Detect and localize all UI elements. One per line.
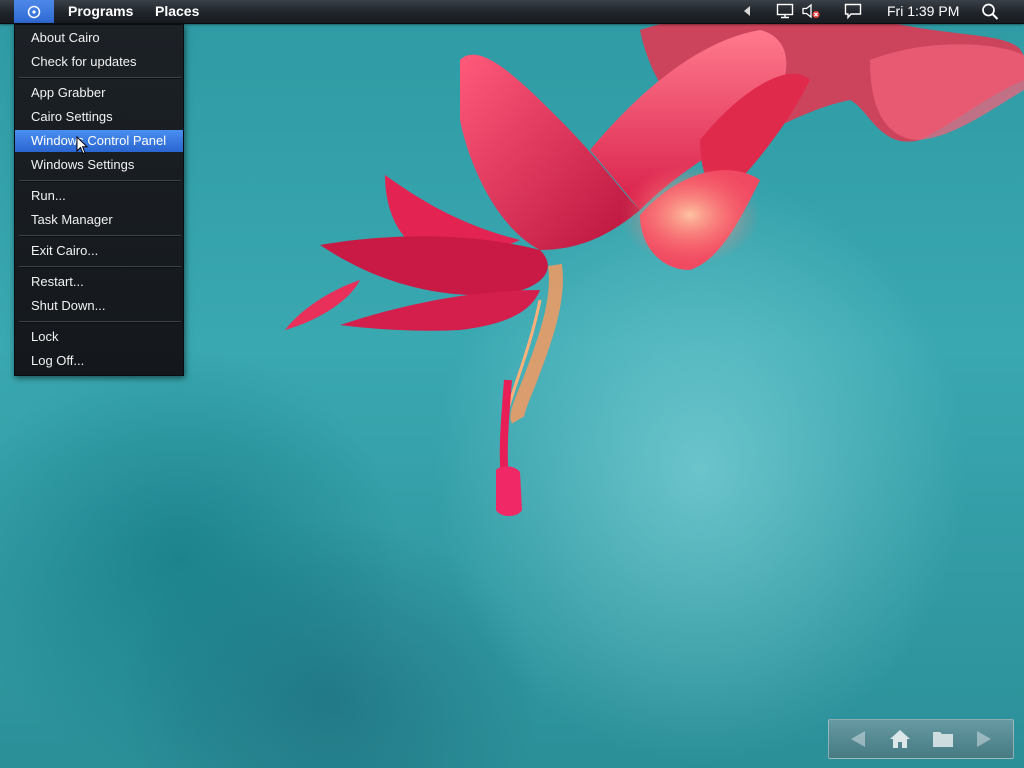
menu-item-cairo-settings[interactable]: Cairo Settings: [15, 106, 183, 128]
menu-separator: [19, 235, 181, 237]
menu-item-lock[interactable]: Lock: [15, 326, 183, 348]
back-arrow-icon[interactable]: [849, 729, 867, 749]
menu-item-app-grabber[interactable]: App Grabber: [15, 82, 183, 104]
places-menu[interactable]: Places: [155, 3, 199, 20]
menu-item-exit-cairo[interactable]: Exit Cairo...: [15, 240, 183, 262]
forward-arrow-icon[interactable]: [975, 729, 993, 749]
menu-item-check-for-updates[interactable]: Check for updates: [15, 51, 183, 73]
chevron-left-icon[interactable]: [743, 6, 751, 16]
menu-item-about-cairo[interactable]: About Cairo: [15, 27, 183, 49]
menu-separator: [19, 266, 181, 268]
cairo-menu-button[interactable]: [14, 0, 54, 23]
menu-item-windows-settings[interactable]: Windows Settings: [15, 154, 183, 176]
menu-item-run[interactable]: Run...: [15, 185, 183, 207]
clock[interactable]: Fri 1:39 PM: [887, 3, 959, 20]
cairo-menu: About Cairo Check for updates App Grabbe…: [14, 24, 184, 376]
menu-item-windows-control-panel[interactable]: Windows Control Panel: [15, 130, 183, 152]
menu-item-task-manager[interactable]: Task Manager: [15, 209, 183, 231]
desktop[interactable]: Programs Places Fri 1:39 PM About Cairo …: [0, 0, 1024, 768]
menu-bar: Programs Places Fri 1:39 PM: [0, 0, 1024, 24]
mouse-cursor-icon: [76, 136, 88, 155]
volume-muted-icon[interactable]: [802, 3, 820, 19]
menu-separator: [19, 321, 181, 323]
menu-item-shut-down[interactable]: Shut Down...: [15, 295, 183, 317]
search-icon[interactable]: [981, 3, 999, 20]
action-center-icon[interactable]: [844, 3, 862, 19]
menu-item-log-off[interactable]: Log Off...: [15, 350, 183, 372]
menu-separator: [19, 180, 181, 182]
cairo-logo-icon: [27, 5, 41, 18]
network-icon[interactable]: [776, 3, 794, 19]
navigation-toolbar: [828, 719, 1014, 759]
programs-menu[interactable]: Programs: [68, 3, 133, 20]
menu-separator: [19, 77, 181, 79]
menu-item-restart[interactable]: Restart...: [15, 271, 183, 293]
home-icon[interactable]: [889, 729, 911, 749]
folder-icon[interactable]: [932, 729, 954, 749]
